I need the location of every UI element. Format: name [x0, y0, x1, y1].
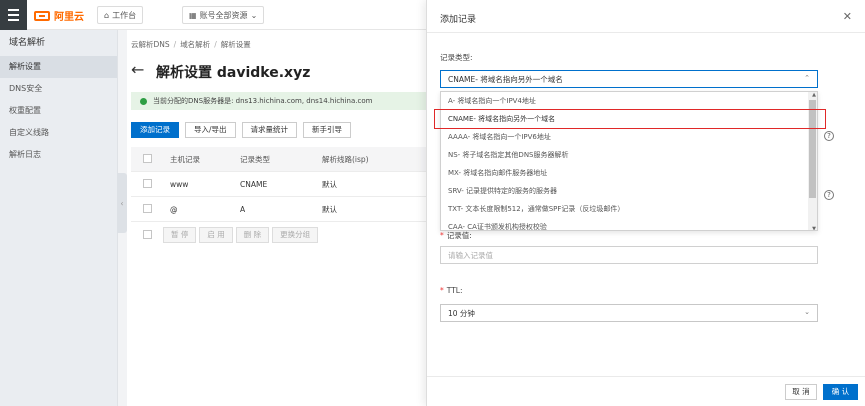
dns-server-notice: 当前分配的DNS服务器是: dns13.hichina.com, dns14.h…	[131, 92, 431, 110]
select-all-checkbox[interactable]	[143, 153, 152, 163]
request-stats-button[interactable]: 请求量统计	[241, 122, 298, 138]
column-type: 记录类型	[240, 154, 270, 164]
record-type-select[interactable]: CNAME- 将域名指向另外一个域名 ⌃	[440, 70, 818, 88]
add-record-button[interactable]: 添加记录	[131, 122, 179, 138]
option-mx[interactable]: MX- 将域名指向邮件服务器地址	[441, 164, 817, 182]
line-cell: 默认	[322, 204, 337, 214]
chevron-down-icon: ⌄	[250, 10, 258, 20]
help-icon[interactable]: ?	[824, 190, 834, 200]
beginner-guide-button[interactable]: 新手引导	[303, 122, 352, 138]
row-checkbox[interactable]	[143, 178, 152, 188]
option-txt[interactable]: TXT- 文本长度限制512，通常做SPF记录（反垃圾邮件）	[441, 200, 817, 218]
ttl-select[interactable]: 10 分钟 ⌄	[440, 304, 818, 322]
option-a[interactable]: A- 将域名指向一个IPV4地址	[441, 92, 817, 110]
enable-button[interactable]: 启 用	[199, 226, 233, 243]
close-icon[interactable]: ✕	[843, 10, 852, 23]
cancel-button[interactable]: 取 消	[785, 384, 817, 400]
aliyun-logo[interactable]: 阿里云	[34, 8, 84, 23]
type-cell: A	[240, 204, 246, 214]
option-caa[interactable]: CAA- CA证书颁发机构授权校验	[441, 218, 817, 230]
table-row: @ A 默认	[131, 197, 431, 222]
grid-icon: ▦	[189, 10, 197, 20]
row-checkbox[interactable]	[143, 203, 152, 213]
change-group-button[interactable]: 更换分组	[272, 226, 319, 243]
workbench-label: 工作台	[112, 10, 137, 20]
chevron-down-icon: ⌄	[804, 308, 810, 316]
records-table: 主机记录 记录类型 解析线路(isp) www CNAME 默认 @ A 默认 …	[131, 147, 431, 247]
table-row: www CNAME 默认	[131, 172, 431, 197]
sidebar-item-dns-security[interactable]: DNS安全	[0, 78, 117, 100]
home-icon: ⌂	[104, 10, 110, 20]
resource-scope-label: 账号全部资源	[199, 10, 248, 20]
page-title: 解析设置 davidke.xyz	[156, 65, 311, 81]
line-cell: 默认	[322, 179, 337, 189]
breadcrumb-item[interactable]: 域名解析	[180, 40, 210, 49]
sidebar-item-dns-settings[interactable]: 解析设置	[0, 56, 117, 78]
resource-scope-dropdown[interactable]: ▦ 账号全部资源 ⌄	[182, 6, 265, 24]
host-cell: www	[170, 179, 189, 189]
sidebar: 域名解析 解析设置 DNS安全 权重配置 自定义线路 解析日志	[0, 30, 118, 406]
logo-text: 阿里云	[54, 12, 84, 23]
sidebar-title: 域名解析	[9, 38, 46, 48]
help-icon[interactable]: ?	[824, 131, 834, 141]
back-arrow-icon[interactable]: ←	[131, 60, 144, 79]
notice-text: 当前分配的DNS服务器是: dns13.hichina.com, dns14.h…	[153, 97, 373, 105]
sidebar-item-custom-lines[interactable]: 自定义线路	[0, 122, 117, 144]
drawer-title: 添加记录	[440, 15, 477, 25]
batch-select-checkbox[interactable]	[143, 230, 152, 239]
sidebar-item-weight-config[interactable]: 权重配置	[0, 100, 117, 122]
sidebar-item-dns-logs[interactable]: 解析日志	[0, 144, 117, 166]
record-type-label: 记录类型:	[440, 53, 473, 62]
sidebar-collapse-handle[interactable]: ‹	[117, 173, 127, 233]
logo-icon	[34, 10, 50, 21]
breadcrumb: 云解析DNS / 域名解析 / 解析设置	[131, 40, 251, 49]
batch-actions: 暂 停 启 用 删 除 更换分组	[131, 222, 431, 247]
selected-option-highlight	[434, 109, 826, 129]
breadcrumb-item[interactable]: 云解析DNS	[131, 40, 170, 49]
record-value-label: * 记录值:	[440, 231, 472, 240]
main-content: 云解析DNS / 域名解析 / 解析设置 ← 解析设置 davidke.xyz 当前分配…	[127, 30, 431, 406]
confirm-button[interactable]: 确 认	[823, 384, 858, 400]
pause-button[interactable]: 暂 停	[163, 226, 197, 243]
record-value-input[interactable]: 请输入记录值	[440, 246, 818, 264]
option-srv[interactable]: SRV- 记录提供特定的服务的服务器	[441, 182, 817, 200]
ttl-label: * TTL:	[440, 286, 463, 295]
menu-icon[interactable]	[0, 0, 27, 30]
record-type-value: CNAME- 将域名指向另外一个域名	[448, 74, 563, 84]
record-value-placeholder: 请输入记录值	[448, 250, 493, 260]
divider	[427, 32, 865, 33]
chevron-up-icon: ⌃	[804, 74, 810, 82]
success-dot-icon	[140, 97, 147, 105]
footer-divider	[427, 376, 865, 377]
add-record-drawer: 添加记录 ✕ 记录类型: CNAME- 将域名指向另外一个域名 ⌃ A- 将域名…	[426, 0, 865, 406]
breadcrumb-item: 解析设置	[220, 40, 251, 49]
scroll-up-icon[interactable]: ▲	[812, 92, 816, 98]
option-ns[interactable]: NS- 将子域名指定其他DNS服务器解析	[441, 146, 817, 164]
table-header: 主机记录 记录类型 解析线路(isp)	[131, 147, 431, 172]
workbench-button[interactable]: ⌂ 工作台	[97, 6, 144, 24]
action-toolbar: 添加记录 导入/导出 请求量统计 新手引导	[131, 122, 352, 138]
type-cell: CNAME	[240, 179, 268, 189]
column-line: 解析线路(isp)	[322, 154, 369, 164]
column-host: 主机记录	[170, 154, 200, 164]
option-aaaa[interactable]: AAAA- 将域名指向一个IPV6地址	[441, 128, 817, 146]
ttl-value: 10 分钟	[448, 308, 475, 318]
delete-button[interactable]: 删 除	[235, 226, 270, 243]
import-export-button[interactable]: 导入/导出	[185, 122, 236, 138]
host-cell: @	[170, 204, 178, 214]
